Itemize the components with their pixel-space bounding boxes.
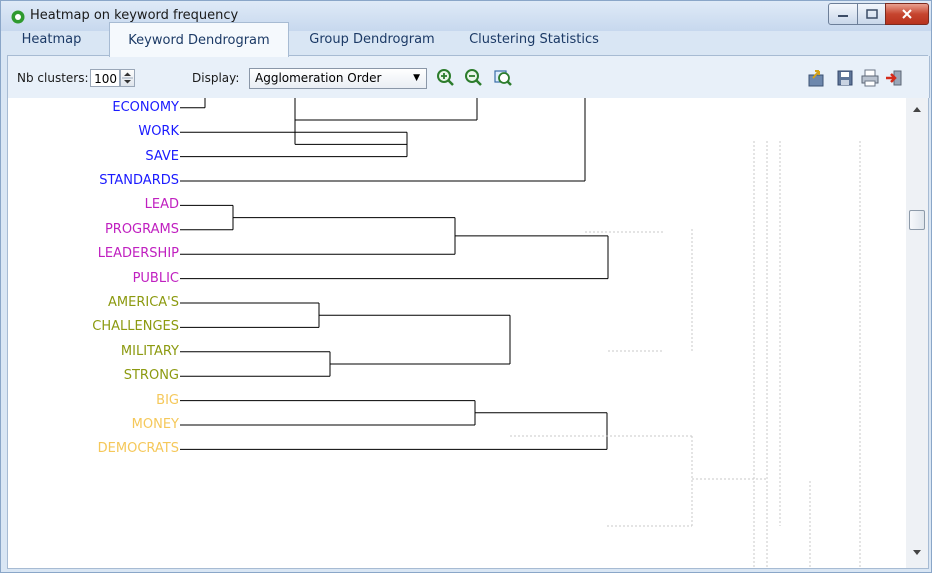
nb-clusters-spinner[interactable] <box>120 69 135 87</box>
tab-clustering-statistics[interactable]: Clustering Statistics <box>453 24 615 55</box>
spinner-arrows-icon <box>122 72 133 84</box>
scroll-up-icon[interactable] <box>913 106 921 112</box>
app-icon <box>11 10 25 24</box>
close-button[interactable] <box>885 3 929 25</box>
zoom-fit-icon[interactable] <box>493 68 513 88</box>
print-icon[interactable] <box>860 68 880 88</box>
display-select-value: Agglomeration Order <box>255 71 382 85</box>
window: Heatmap on keyword frequency Heatmap Key… <box>0 0 932 573</box>
scroll-down-icon[interactable] <box>913 550 921 556</box>
zoom-out-icon[interactable] <box>464 68 484 88</box>
maximize-button[interactable] <box>857 3 886 25</box>
maximize-icon <box>865 9 878 19</box>
scrollbar-thumb[interactable] <box>909 210 925 230</box>
exit-icon[interactable] <box>884 68 904 88</box>
toolbar: Nb clusters: 100 Display: Agglomeration … <box>7 56 930 98</box>
export-icon[interactable] <box>807 68 827 88</box>
tab-group-dendrogram[interactable]: Group Dendrogram <box>293 24 451 55</box>
keyword-dendrogram <box>180 98 861 568</box>
close-icon <box>902 9 912 19</box>
minimize-icon <box>838 15 848 17</box>
nb-clusters-input[interactable]: 100 <box>90 69 120 87</box>
display-label: Display: <box>192 71 240 85</box>
tab-keyword-dendrogram[interactable]: Keyword Dendrogram <box>109 22 289 57</box>
chevron-down-icon: ▼ <box>413 73 420 83</box>
vertical-scrollbar[interactable] <box>906 98 929 569</box>
save-icon[interactable] <box>835 68 855 88</box>
zoom-in-icon[interactable] <box>436 68 456 88</box>
dendrogram-panel: CHILDCHILDRENECONOMYWORKSAVESTANDARDSLEA… <box>7 98 907 569</box>
nb-clusters-label: Nb clusters: <box>17 71 89 85</box>
minimize-button[interactable] <box>828 3 858 25</box>
tab-heatmap[interactable]: Heatmap <box>9 24 94 55</box>
display-select[interactable]: Agglomeration Order ▼ <box>249 68 427 89</box>
window-title: Heatmap on keyword frequency <box>30 8 239 23</box>
